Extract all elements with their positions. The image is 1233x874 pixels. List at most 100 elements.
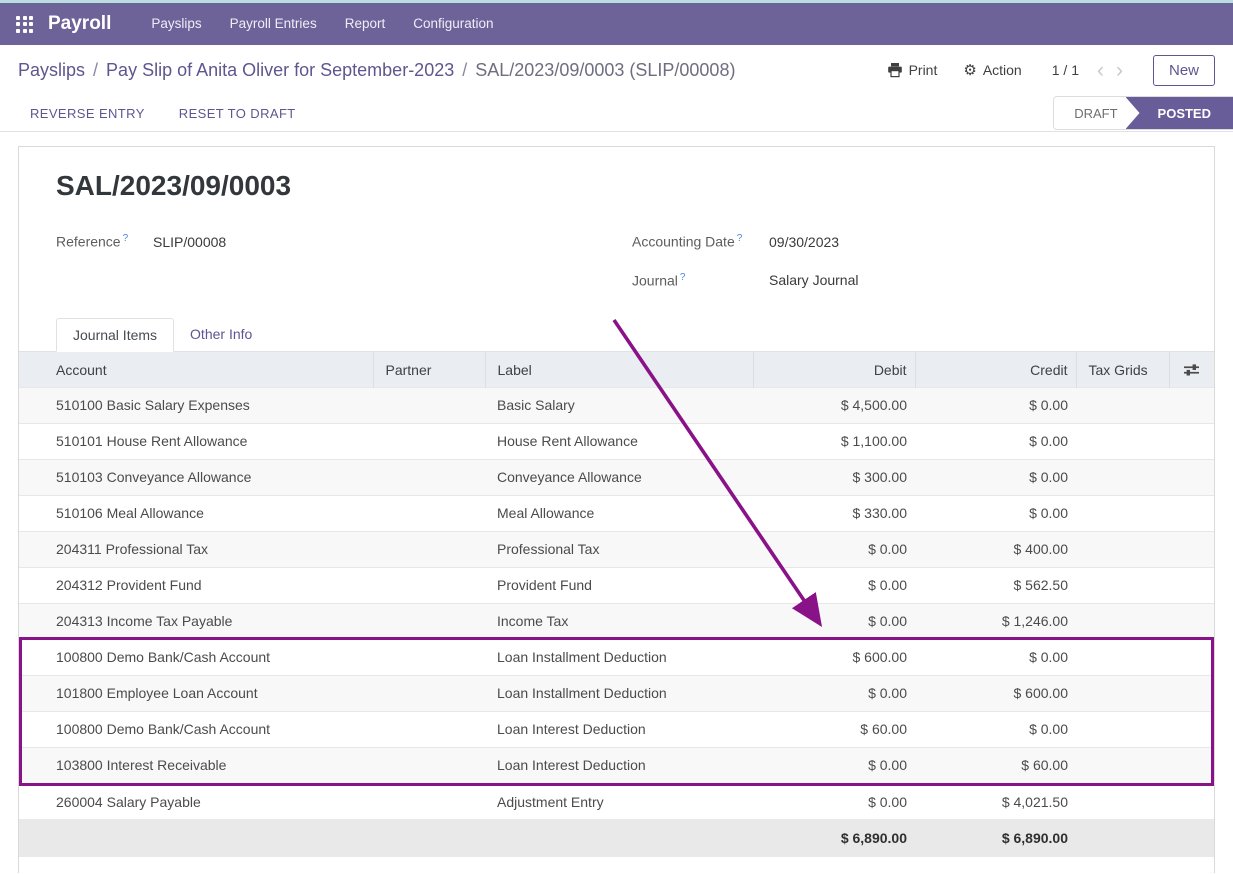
new-button[interactable]: New bbox=[1153, 55, 1215, 86]
column-header-account[interactable]: Account bbox=[19, 352, 373, 387]
cell-label: Professional Tax bbox=[485, 531, 753, 567]
table-row[interactable]: 101800 Employee Loan Account Loan Instal… bbox=[19, 675, 1214, 711]
app-navbar: Payroll PayslipsPayroll EntriesReportCon… bbox=[0, 3, 1233, 45]
cell-label: House Rent Allowance bbox=[485, 423, 753, 459]
table-row[interactable]: 510101 House Rent Allowance House Rent A… bbox=[19, 423, 1214, 459]
cell-partner bbox=[373, 531, 485, 567]
page-title: SAL/2023/09/0003 bbox=[19, 147, 1214, 203]
nav-menu-item[interactable]: Payslips bbox=[137, 3, 215, 45]
field-journal-value[interactable]: Salary Journal bbox=[769, 270, 859, 290]
control-panel-actions: Print ⚙ Action 1 / 1 ‹ › New bbox=[861, 55, 1215, 86]
cell-tax-grids bbox=[1076, 459, 1169, 495]
cell-handle bbox=[1169, 423, 1214, 459]
cell-partner bbox=[373, 603, 485, 639]
pager-next-icon[interactable]: › bbox=[1116, 60, 1123, 81]
cell-tax-grids bbox=[1076, 387, 1169, 423]
table-row[interactable]: 100800 Demo Bank/Cash Account Loan Insta… bbox=[19, 639, 1214, 675]
cell-debit: $ 300.00 bbox=[753, 459, 915, 495]
total-debit: $ 6,890.00 bbox=[753, 819, 915, 857]
column-header-partner[interactable]: Partner bbox=[373, 352, 485, 387]
cell-account: 510100 Basic Salary Expenses bbox=[19, 387, 373, 423]
cell-label: Conveyance Allowance bbox=[485, 459, 753, 495]
cell-account: 204311 Professional Tax bbox=[19, 531, 373, 567]
cell-credit: $ 562.50 bbox=[915, 567, 1076, 603]
cell-debit: $ 600.00 bbox=[753, 639, 915, 675]
status-draft[interactable]: DRAFT bbox=[1054, 97, 1137, 129]
table-row[interactable]: 510106 Meal Allowance Meal Allowance $ 3… bbox=[19, 495, 1214, 531]
apps-grid-icon[interactable] bbox=[16, 16, 33, 33]
cell-tax-grids bbox=[1076, 567, 1169, 603]
cell-credit: $ 400.00 bbox=[915, 531, 1076, 567]
nav-menu-item[interactable]: Report bbox=[331, 3, 400, 45]
reverse-entry-button[interactable]: REVERSE ENTRY bbox=[30, 106, 145, 121]
cell-tax-grids bbox=[1076, 423, 1169, 459]
cell-debit: $ 0.00 bbox=[753, 675, 915, 711]
cell-account: 510101 House Rent Allowance bbox=[19, 423, 373, 459]
cell-credit: $ 60.00 bbox=[915, 747, 1076, 783]
column-header-debit[interactable]: Debit bbox=[753, 352, 915, 387]
table-row[interactable]: 260004 Salary Payable Adjustment Entry $… bbox=[19, 783, 1214, 819]
optional-columns-toggle[interactable] bbox=[1169, 352, 1214, 387]
tab-other-info[interactable]: Other Info bbox=[174, 318, 268, 351]
breadcrumb-link[interactable]: Payslips bbox=[18, 60, 106, 81]
cell-partner bbox=[373, 423, 485, 459]
table-row[interactable]: 510100 Basic Salary Expenses Basic Salar… bbox=[19, 387, 1214, 423]
table-row[interactable]: 204311 Professional Tax Professional Tax… bbox=[19, 531, 1214, 567]
field-accounting-date-label: Accounting Date? bbox=[632, 229, 769, 252]
nav-menu-item[interactable]: Payroll Entries bbox=[216, 3, 331, 45]
cell-partner bbox=[373, 495, 485, 531]
cell-partner bbox=[373, 675, 485, 711]
tab-journal-items[interactable]: Journal Items bbox=[56, 318, 174, 352]
cell-debit: $ 0.00 bbox=[753, 783, 915, 819]
statusbar: REVERSE ENTRY RESET TO DRAFT DRAFT POSTE… bbox=[0, 95, 1233, 132]
control-panel: PayslipsPay Slip of Anita Oliver for Sep… bbox=[0, 45, 1233, 95]
nav-menu-item[interactable]: Configuration bbox=[399, 3, 507, 45]
field-reference-value[interactable]: SLIP/00008 bbox=[153, 232, 226, 252]
cell-debit: $ 0.00 bbox=[753, 567, 915, 603]
column-header-label[interactable]: Label bbox=[485, 352, 753, 387]
action-button[interactable]: ⚙ Action bbox=[963, 62, 1021, 78]
column-header-credit[interactable]: Credit bbox=[915, 352, 1076, 387]
breadcrumb-link[interactable]: Pay Slip of Anita Oliver for September-2… bbox=[106, 60, 475, 81]
cell-credit: $ 0.00 bbox=[915, 711, 1076, 747]
cell-debit: $ 1,100.00 bbox=[753, 423, 915, 459]
total-row: $ 6,890.00 $ 6,890.00 bbox=[19, 819, 1214, 857]
total-credit: $ 6,890.00 bbox=[915, 819, 1076, 857]
nav-menu: PayslipsPayroll EntriesReportConfigurati… bbox=[137, 3, 507, 45]
table-row[interactable]: 204313 Income Tax Payable Income Tax $ 0… bbox=[19, 603, 1214, 639]
app-brand[interactable]: Payroll bbox=[48, 13, 111, 35]
column-header-tax-grids[interactable]: Tax Grids bbox=[1076, 352, 1169, 387]
cell-label: Basic Salary bbox=[485, 387, 753, 423]
pager-prev-icon[interactable]: ‹ bbox=[1097, 60, 1104, 81]
print-button[interactable]: Print bbox=[887, 62, 938, 78]
cell-label: Loan Installment Deduction bbox=[485, 639, 753, 675]
table-row[interactable]: 204312 Provident Fund Provident Fund $ 0… bbox=[19, 567, 1214, 603]
help-icon: ? bbox=[737, 233, 743, 244]
cell-partner bbox=[373, 387, 485, 423]
table-row[interactable]: 100800 Demo Bank/Cash Account Loan Inter… bbox=[19, 711, 1214, 747]
tab-bar: Journal Items Other Info bbox=[19, 318, 1214, 352]
cell-tax-grids bbox=[1076, 747, 1169, 783]
field-journal: Journal? Salary Journal bbox=[632, 268, 859, 291]
status-posted[interactable]: POSTED bbox=[1126, 97, 1233, 129]
pager: 1 / 1 ‹ › bbox=[1052, 60, 1123, 81]
cell-partner bbox=[373, 459, 485, 495]
table-row[interactable]: 510103 Conveyance Allowance Conveyance A… bbox=[19, 459, 1214, 495]
field-accounting-date: Accounting Date? 09/30/2023 bbox=[632, 229, 859, 252]
breadcrumb: PayslipsPay Slip of Anita Oliver for Sep… bbox=[18, 60, 735, 81]
cell-handle bbox=[1169, 603, 1214, 639]
cell-label: Meal Allowance bbox=[485, 495, 753, 531]
cell-partner bbox=[373, 783, 485, 819]
cell-credit: $ 600.00 bbox=[915, 675, 1076, 711]
help-icon: ? bbox=[123, 233, 129, 244]
reset-to-draft-button[interactable]: RESET TO DRAFT bbox=[179, 106, 296, 121]
cell-credit: $ 0.00 bbox=[915, 423, 1076, 459]
printer-icon bbox=[887, 62, 903, 78]
table-row[interactable]: 103800 Interest Receivable Loan Interest… bbox=[19, 747, 1214, 783]
cell-account: 100800 Demo Bank/Cash Account bbox=[19, 711, 373, 747]
field-journal-label: Journal? bbox=[632, 268, 769, 291]
field-accounting-date-value[interactable]: 09/30/2023 bbox=[769, 232, 839, 252]
cell-account: 103800 Interest Receivable bbox=[19, 747, 373, 783]
cell-tax-grids bbox=[1076, 711, 1169, 747]
cell-credit: $ 1,246.00 bbox=[915, 603, 1076, 639]
